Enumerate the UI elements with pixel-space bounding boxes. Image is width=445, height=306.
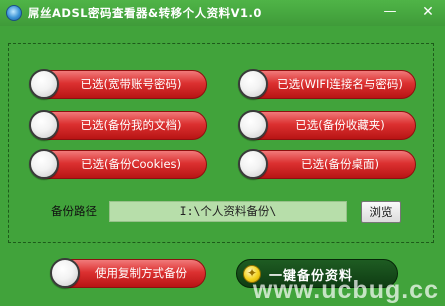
- toggle-knob: [50, 258, 80, 288]
- option-label: 已选(备份收藏夹): [295, 118, 385, 132]
- toggle-knob: [29, 149, 59, 179]
- option-label: 已选(WIFI连接名与密码): [277, 77, 403, 91]
- minimize-button[interactable]: —: [381, 4, 399, 20]
- backup-path-label: 备份路径: [51, 204, 97, 218]
- option-label: 已选(备份Cookies): [81, 157, 181, 171]
- option-account-password-toggle[interactable]: 已选(宽带账号密码): [29, 69, 207, 99]
- copy-mode-label: 使用复制方式备份: [95, 266, 187, 280]
- app-window: 屌丝ADSL密码查看器&转移个人资料V1.0 — ✕ 已选(宽带账号密码) 已选…: [0, 0, 445, 306]
- option-label: 已选(宽带账号密码): [80, 77, 182, 91]
- toggle-knob: [238, 110, 268, 140]
- toggle-knob: [238, 69, 268, 99]
- toggle-knob: [29, 69, 59, 99]
- option-desktop-toggle[interactable]: 已选(备份桌面): [238, 149, 416, 179]
- close-button[interactable]: ✕: [419, 4, 437, 20]
- option-label: 已选(备份桌面): [301, 157, 379, 171]
- option-cookies-toggle[interactable]: 已选(备份Cookies): [29, 149, 207, 179]
- option-label: 已选(备份我的文档): [80, 118, 182, 132]
- option-favorites-toggle[interactable]: 已选(备份收藏夹): [238, 110, 416, 140]
- backup-path-field[interactable]: I:\个人资料备份\: [109, 201, 347, 222]
- site-watermark: www.ucbug.cc: [252, 276, 439, 304]
- window-title: 屌丝ADSL密码查看器&转移个人资料V1.0: [28, 6, 262, 20]
- app-globe-icon: [6, 5, 22, 21]
- toggle-knob: [238, 149, 268, 179]
- copy-mode-toggle[interactable]: 使用复制方式备份: [50, 258, 206, 288]
- option-documents-toggle[interactable]: 已选(备份我的文档): [29, 110, 207, 140]
- option-wifi-toggle[interactable]: 已选(WIFI连接名与密码): [238, 69, 416, 99]
- toggle-knob: [29, 110, 59, 140]
- title-bar: 屌丝ADSL密码查看器&转移个人资料V1.0 — ✕: [0, 0, 445, 26]
- browse-button[interactable]: 浏览: [361, 201, 401, 223]
